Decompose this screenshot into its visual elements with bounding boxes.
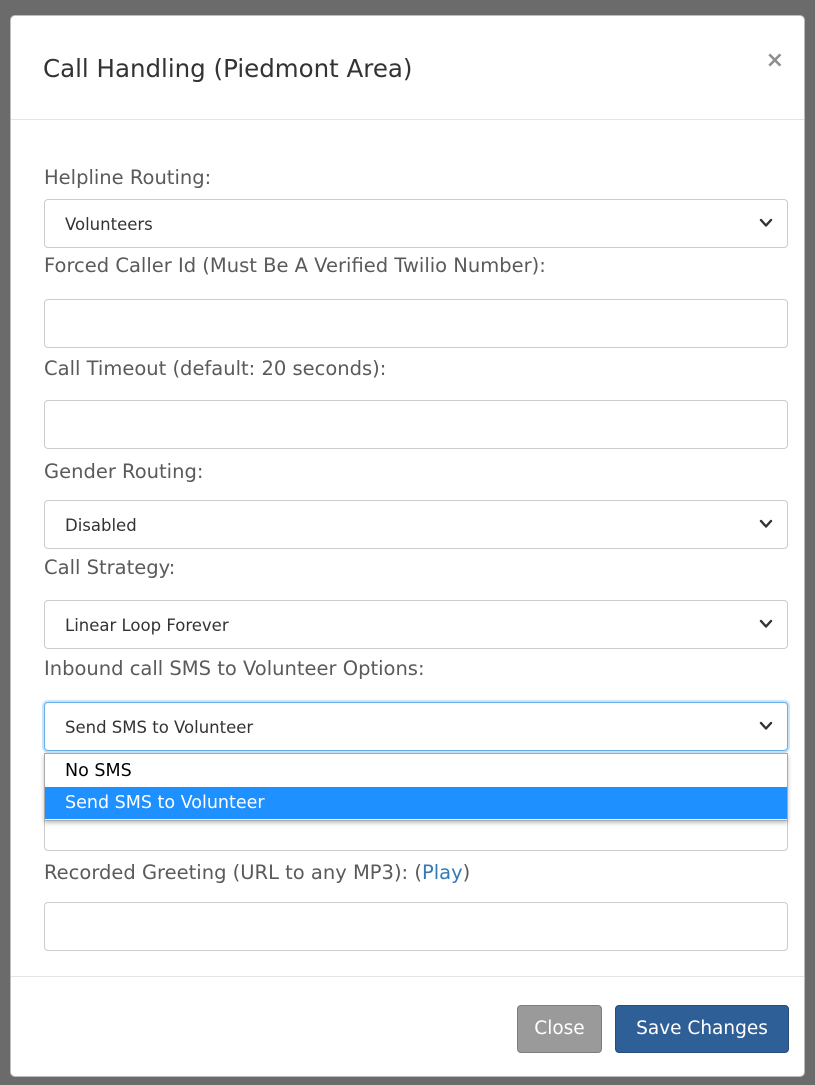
helpline-routing-label: Helpline Routing: — [44, 166, 212, 189]
call-handling-modal: Call Handling (Piedmont Area) × Helpline… — [10, 15, 805, 1077]
call-strategy-label: Call Strategy: — [44, 556, 176, 579]
dropdown-option-send-sms[interactable]: Send SMS to Volunteer — [45, 787, 787, 819]
close-icon[interactable]: × — [766, 50, 784, 72]
save-changes-button[interactable]: Save Changes — [615, 1005, 789, 1053]
recorded-greeting-label-text: Recorded Greeting (URL to any MP3): ( — [44, 861, 422, 884]
forced-caller-id-label: Forced Caller Id (Must Be A Verified Twi… — [44, 254, 546, 277]
recorded-greeting-input[interactable] — [44, 902, 788, 951]
helpline-routing-select[interactable]: Volunteers — [44, 199, 788, 248]
recorded-greeting-label-suffix: ) — [462, 861, 471, 884]
call-timeout-label: Call Timeout (default: 20 seconds): — [44, 357, 387, 380]
inbound-sms-dropdown-list: No SMS Send SMS to Volunteer — [44, 753, 788, 821]
inbound-sms-label: Inbound call SMS to Volunteer Options: — [44, 657, 425, 680]
helpline-routing-value: Volunteers — [65, 215, 153, 234]
gender-routing-label: Gender Routing: — [44, 460, 204, 483]
call-timeout-input[interactable] — [44, 400, 788, 449]
play-link[interactable]: Play — [422, 861, 463, 884]
dropdown-option-no-sms[interactable]: No SMS — [45, 755, 787, 787]
chevron-down-icon — [759, 721, 773, 730]
forced-caller-id-input[interactable] — [44, 299, 788, 348]
chevron-down-icon — [759, 619, 773, 628]
chevron-down-icon — [759, 218, 773, 227]
modal-title: Call Handling (Piedmont Area) — [43, 54, 413, 83]
recorded-greeting-label: Recorded Greeting (URL to any MP3): (Pla… — [44, 861, 470, 884]
gender-routing-value: Disabled — [65, 516, 137, 535]
modal-footer: Close Save Changes — [11, 976, 804, 1077]
inbound-sms-select[interactable]: Send SMS to Volunteer — [44, 702, 788, 751]
inbound-sms-value: Send SMS to Volunteer — [65, 718, 254, 737]
chevron-down-icon — [759, 519, 773, 528]
call-strategy-value: Linear Loop Forever — [65, 616, 229, 635]
close-button[interactable]: Close — [517, 1005, 602, 1053]
call-strategy-select[interactable]: Linear Loop Forever — [44, 600, 788, 649]
gender-routing-select[interactable]: Disabled — [44, 500, 788, 549]
modal-header: Call Handling (Piedmont Area) × — [11, 16, 804, 120]
